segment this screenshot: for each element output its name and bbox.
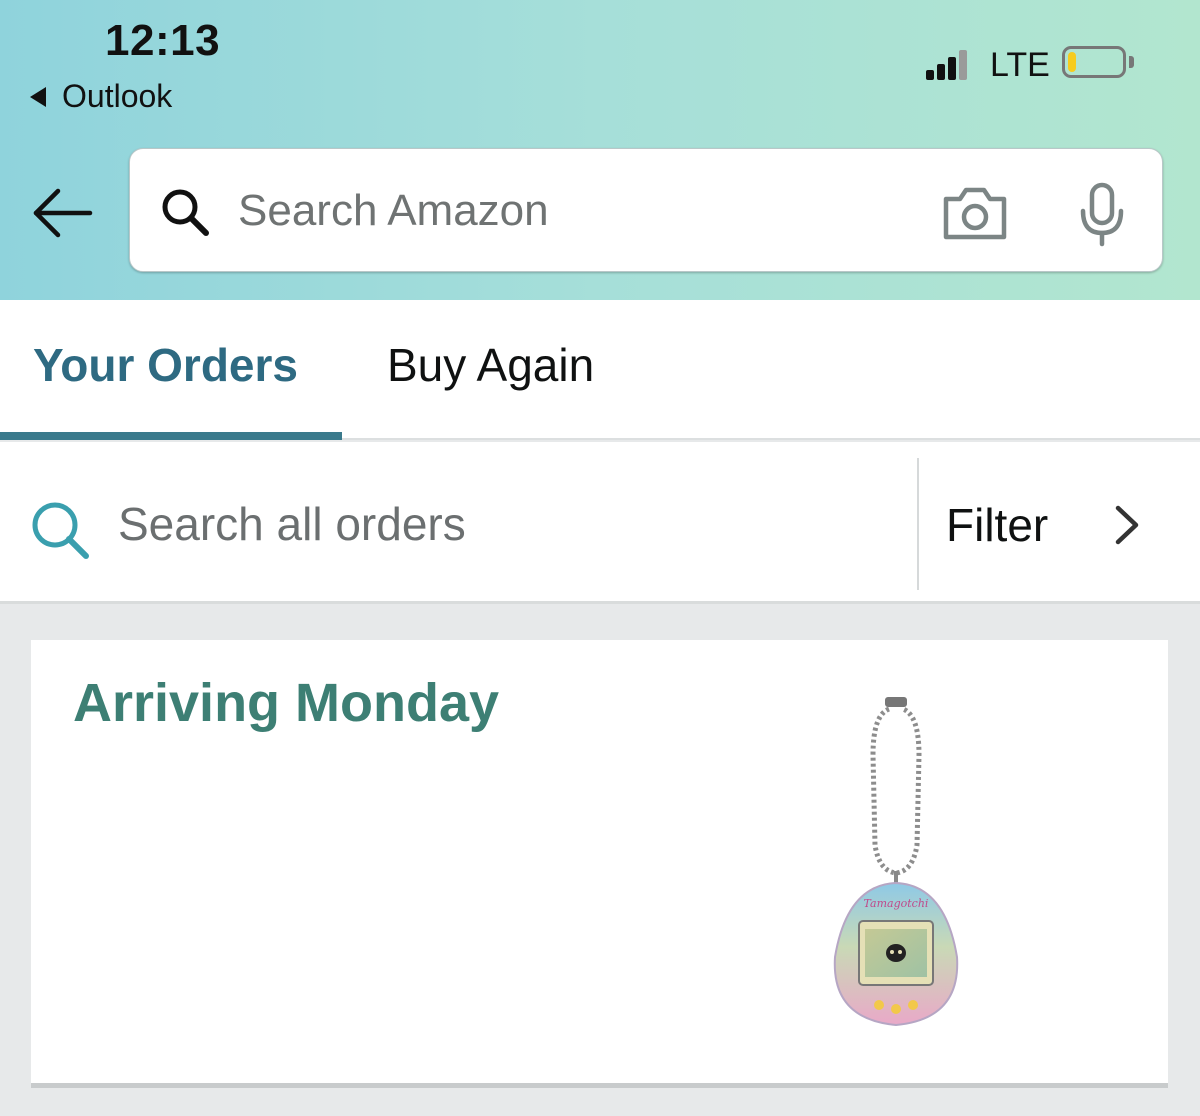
- tab-your-orders[interactable]: Your Orders: [33, 338, 298, 392]
- back-arrow-icon[interactable]: [30, 186, 94, 240]
- delivery-status: Arriving Monday: [73, 673, 500, 733]
- amazon-orders-screen: 12:13 Outlook LTE Search Amazon Your Ord…: [0, 0, 1200, 1116]
- status-time: 12:13: [105, 16, 221, 65]
- back-app-label: Outlook: [62, 78, 173, 114]
- product-image[interactable]: Tamagotchi: [821, 695, 971, 1035]
- order-card[interactable]: Arriving Monday Tamagotchi: [31, 640, 1168, 1088]
- microphone-icon[interactable]: [1075, 181, 1129, 247]
- active-tab-indicator: [0, 432, 342, 440]
- app-header: 12:13 Outlook LTE: [0, 0, 1200, 300]
- tab-buy-again[interactable]: Buy Again: [387, 338, 594, 392]
- battery-icon: [1062, 46, 1126, 78]
- orders-search-bar: Filter: [0, 442, 1200, 604]
- battery-nub: [1129, 56, 1134, 68]
- orders-tabs: Your Orders Buy Again: [0, 300, 1200, 440]
- battery-level: [1068, 52, 1076, 72]
- back-to-app-link[interactable]: Outlook: [30, 78, 172, 115]
- chevron-right-icon[interactable]: [1110, 504, 1142, 546]
- back-triangle-icon: [30, 86, 46, 107]
- amazon-search-box[interactable]: [129, 148, 1163, 272]
- product-logo: Tamagotchi: [864, 897, 929, 910]
- camera-icon[interactable]: [940, 183, 1010, 243]
- orders-search-icon: [32, 502, 89, 559]
- filter-button[interactable]: Filter: [946, 498, 1048, 552]
- search-all-orders-input[interactable]: [118, 492, 878, 556]
- search-icon: [162, 189, 209, 236]
- network-type: LTE: [990, 46, 1050, 84]
- filter-divider: [917, 458, 919, 590]
- amazon-search-input[interactable]: [238, 179, 918, 243]
- signal-strength-icon: [926, 48, 968, 80]
